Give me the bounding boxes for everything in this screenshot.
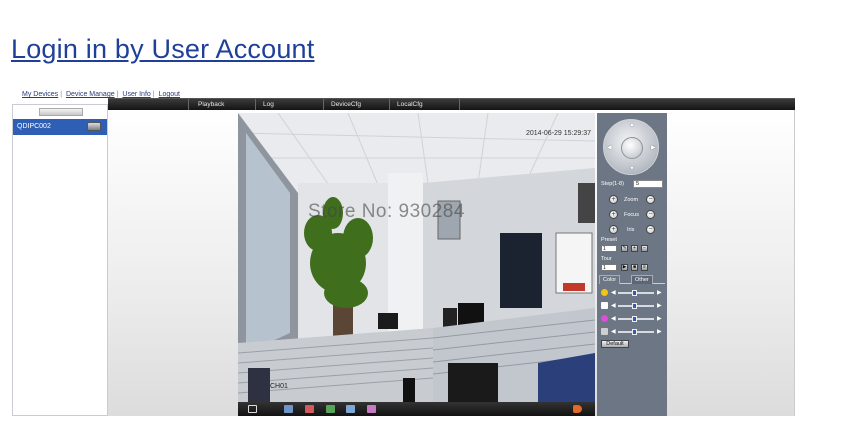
device-item[interactable]: QDIPC002 bbox=[13, 119, 107, 135]
hue-slider[interactable]: ◀ ▶ bbox=[601, 328, 663, 336]
top-nav: My Devices | Device Manage | User Info | Lo… bbox=[22, 91, 180, 98]
nav-user-info[interactable]: User Info bbox=[122, 91, 150, 98]
device-label: QDIPC002 bbox=[17, 123, 51, 130]
tour-config-icon[interactable]: ≡ bbox=[641, 264, 648, 271]
arrow-down-icon[interactable]: ▼ bbox=[629, 166, 635, 172]
preset-set-icon[interactable]: ✎ bbox=[621, 245, 628, 252]
zoom-out-icon[interactable]: − bbox=[646, 195, 655, 204]
brightness-slider[interactable]: ◀ ▶ bbox=[601, 289, 663, 297]
menu-log[interactable]: Log bbox=[263, 101, 274, 108]
step-select[interactable]: 5 bbox=[633, 180, 663, 188]
hue-icon bbox=[601, 328, 608, 335]
camera-scene bbox=[238, 113, 595, 402]
ptz-tabs: Color Other bbox=[599, 275, 665, 284]
video-view[interactable]: Store No: 930284 2014-06-29 15:29:37 CH0… bbox=[238, 113, 595, 402]
menu-localcfg[interactable]: LocalCfg bbox=[397, 101, 423, 108]
talk-icon[interactable] bbox=[326, 405, 335, 413]
menu-bar: Playback Log DeviceCfg LocalCfg bbox=[108, 98, 795, 111]
arrow-left-icon[interactable]: ◀ bbox=[607, 144, 612, 151]
contrast-slider[interactable]: ◀ ▶ bbox=[601, 302, 663, 310]
default-button[interactable]: Default bbox=[601, 340, 629, 348]
zoom-in-icon[interactable]: + bbox=[609, 195, 618, 204]
increase-icon[interactable]: ▶ bbox=[657, 289, 662, 296]
step-label: Step(1-8) bbox=[601, 181, 624, 187]
video-timestamp: 2014-06-29 15:29:37 bbox=[526, 130, 591, 137]
iris-close-icon[interactable]: − bbox=[646, 225, 655, 234]
watermark-text: Store No: 930284 bbox=[308, 201, 465, 222]
preset-label: Preset bbox=[601, 237, 617, 243]
slider-thumb[interactable] bbox=[632, 329, 637, 335]
decrease-icon[interactable]: ◀ bbox=[611, 315, 616, 322]
fullscreen-icon[interactable] bbox=[248, 405, 257, 413]
device-panel-header bbox=[39, 108, 83, 116]
nav-logout[interactable]: Logout bbox=[159, 91, 180, 98]
ptz-panel: ▲ ▼ ◀ ▶ Step(1-8) 5 + Zoom − + Focus − +… bbox=[597, 113, 667, 416]
device-panel: QDIPC002 bbox=[12, 104, 108, 416]
focus-label: Focus bbox=[624, 212, 639, 218]
contrast-icon bbox=[601, 302, 608, 309]
root: Login in by User Account My Devices | Dev… bbox=[0, 0, 855, 430]
ptz-direction-pad[interactable]: ▲ ▼ ◀ ▶ bbox=[603, 119, 659, 175]
ptz-center-button[interactable] bbox=[621, 137, 643, 159]
menu-playback[interactable]: Playback bbox=[198, 101, 224, 108]
settings-icon[interactable] bbox=[367, 405, 376, 413]
slider-thumb[interactable] bbox=[632, 290, 637, 296]
record-icon[interactable] bbox=[284, 405, 293, 413]
channel-label: CH01 bbox=[270, 383, 288, 390]
iris-open-icon[interactable]: + bbox=[609, 225, 618, 234]
tab-other[interactable]: Other bbox=[631, 275, 653, 284]
snapshot-icon[interactable] bbox=[305, 405, 314, 413]
nav-device-manage[interactable]: Device Manage bbox=[66, 91, 115, 98]
increase-icon[interactable]: ▶ bbox=[657, 328, 662, 335]
iris-label: Iris bbox=[627, 227, 635, 233]
decrease-icon[interactable]: ◀ bbox=[611, 328, 616, 335]
camera-icon bbox=[87, 122, 101, 131]
playback-icon[interactable] bbox=[346, 405, 355, 413]
arrow-right-icon[interactable]: ▶ bbox=[651, 144, 656, 151]
increase-icon[interactable]: ▶ bbox=[657, 315, 662, 322]
volume-icon[interactable] bbox=[573, 405, 582, 413]
nav-my-devices[interactable]: My Devices bbox=[22, 91, 58, 98]
menu-devicecfg[interactable]: DeviceCfg bbox=[331, 101, 361, 108]
preset-delete-icon[interactable]: − bbox=[641, 245, 648, 252]
video-toolbar bbox=[238, 402, 595, 416]
saturation-icon bbox=[601, 315, 608, 322]
tour-input[interactable]: 1 bbox=[601, 264, 617, 271]
focus-in-icon[interactable]: + bbox=[609, 210, 618, 219]
zoom-label: Zoom bbox=[624, 197, 639, 203]
decrease-icon[interactable]: ◀ bbox=[611, 289, 616, 296]
preset-call-icon[interactable]: + bbox=[631, 245, 638, 252]
preset-input[interactable]: 1 bbox=[601, 245, 617, 252]
increase-icon[interactable]: ▶ bbox=[657, 302, 662, 309]
focus-out-icon[interactable]: − bbox=[646, 210, 655, 219]
brightness-icon bbox=[601, 289, 608, 296]
slider-thumb[interactable] bbox=[632, 316, 637, 322]
arrow-up-icon[interactable]: ▲ bbox=[629, 122, 635, 128]
page-title[interactable]: Login in by User Account bbox=[11, 34, 314, 65]
tour-label: Tour bbox=[601, 256, 612, 262]
tour-stop-icon[interactable]: ■ bbox=[631, 264, 638, 271]
tab-color[interactable]: Color bbox=[599, 275, 621, 284]
decrease-icon[interactable]: ◀ bbox=[611, 302, 616, 309]
tour-start-icon[interactable]: ▶ bbox=[621, 264, 628, 271]
saturation-slider[interactable]: ◀ ▶ bbox=[601, 315, 663, 323]
slider-thumb[interactable] bbox=[632, 303, 637, 309]
